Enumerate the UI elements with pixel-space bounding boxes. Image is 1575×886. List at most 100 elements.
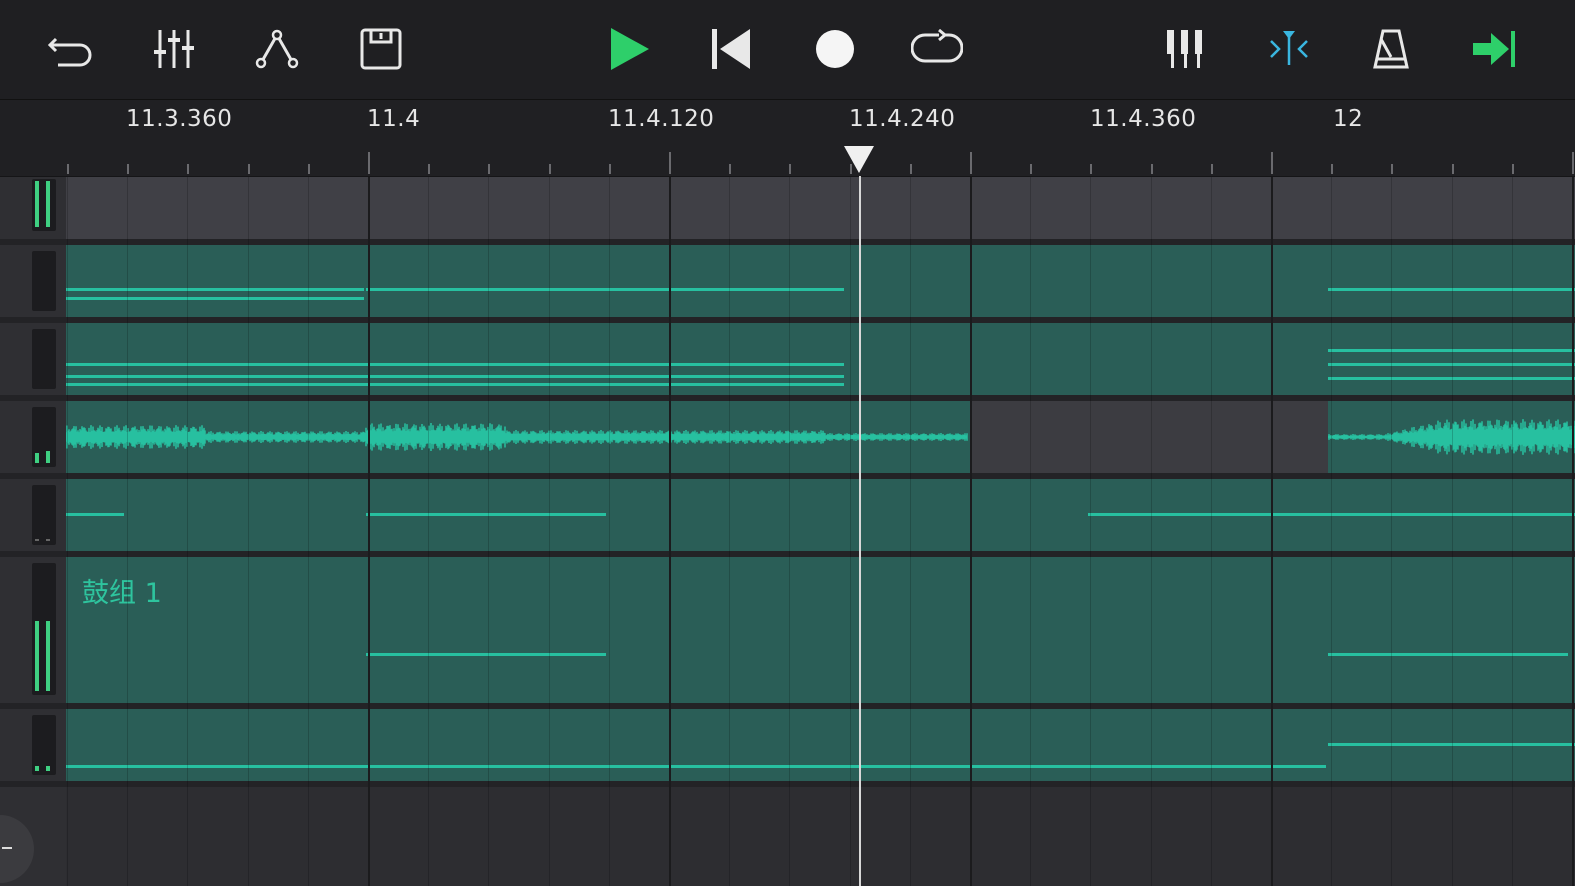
track-control[interactable] [0, 557, 66, 703]
midi-clip[interactable] [66, 709, 1575, 781]
rewind-button[interactable] [704, 22, 758, 76]
grid-line [67, 177, 68, 886]
end-icon [1473, 31, 1515, 67]
level-meter [32, 179, 56, 231]
undo-icon [48, 37, 92, 67]
midi-clip[interactable] [66, 323, 1575, 395]
ruler-tick [187, 164, 189, 174]
track-2[interactable] [0, 323, 1575, 395]
track-lane[interactable] [66, 323, 1575, 395]
grid-line [549, 177, 550, 886]
track-lane[interactable] [66, 479, 1575, 551]
audio-clip[interactable] [66, 401, 970, 473]
metronome-button[interactable] [1364, 22, 1418, 76]
track-control[interactable] [0, 245, 66, 317]
ruler-label: 11.4.240 [849, 106, 956, 132]
ruler-tick [789, 164, 791, 174]
ruler-label: 11.4.120 [608, 106, 715, 132]
ruler-tick [1271, 152, 1273, 174]
track-control[interactable] [0, 709, 66, 781]
ruler-label: 11.4 [367, 106, 421, 132]
grid-line [669, 177, 671, 886]
grid-line [428, 177, 429, 886]
grid-line [850, 177, 851, 886]
ruler-label: 11.4.360 [1090, 106, 1197, 132]
grid-line [488, 177, 489, 886]
ruler-tick [368, 152, 370, 174]
track-lane[interactable] [66, 709, 1575, 781]
track-lane[interactable] [66, 557, 1575, 703]
track-area[interactable]: 鼓组 1 [0, 177, 1575, 886]
track-lane[interactable] [66, 177, 1575, 239]
piano-button[interactable] [1158, 22, 1212, 76]
level-meter [32, 407, 56, 467]
ruler-tick [729, 164, 731, 174]
ruler-tick [609, 164, 611, 174]
midi-clip[interactable] [66, 245, 1575, 317]
record-button[interactable] [808, 22, 862, 76]
level-meter [32, 251, 56, 311]
midi-clip[interactable] [66, 479, 1575, 551]
grid-line [1331, 177, 1332, 886]
loop-icon [911, 29, 963, 63]
track-1[interactable] [0, 245, 1575, 317]
ruler-tick [970, 152, 972, 174]
track-control[interactable] [0, 401, 66, 473]
midi-clip[interactable] [66, 557, 1575, 703]
track-0[interactable] [0, 177, 1575, 239]
track-4[interactable] [0, 479, 1575, 551]
save-button[interactable] [354, 22, 408, 76]
level-meter [32, 329, 56, 389]
ruler-label: 11.3.360 [126, 106, 233, 132]
level-meter [32, 563, 56, 695]
grid-line [1391, 177, 1392, 886]
snap-button[interactable] [1262, 22, 1316, 76]
grid-line [1452, 177, 1453, 886]
empty-area[interactable] [0, 787, 1575, 886]
mixer-icon [154, 30, 194, 68]
grid-line [248, 177, 249, 886]
track-6[interactable] [0, 709, 1575, 781]
track-control[interactable] [0, 323, 66, 395]
ruler-tick [669, 152, 671, 174]
track-lane[interactable] [66, 245, 1575, 317]
track-lane[interactable] [66, 401, 1575, 473]
ruler-tick [1331, 164, 1333, 174]
grid-line [729, 177, 730, 886]
loop-button[interactable] [910, 22, 964, 76]
ruler-label: 12 [1333, 106, 1364, 132]
automation-button[interactable] [250, 22, 304, 76]
toolbar [0, 0, 1575, 100]
timeline-ruler[interactable]: 11.3.360 11.4 11.4.120 11.4.240 11.4.360… [0, 100, 1575, 178]
track-3-audio[interactable] [0, 401, 1575, 473]
playhead-marker[interactable] [843, 145, 875, 175]
grid-line [1211, 177, 1212, 886]
track-control[interactable] [0, 177, 66, 239]
track-control[interactable] [0, 479, 66, 551]
metronome-icon [1373, 29, 1409, 69]
track-lane[interactable] [66, 787, 1575, 886]
grid-line [910, 177, 911, 886]
grid-line [127, 177, 128, 886]
track-name: 鼓组 1 [82, 578, 162, 609]
ruler-tick [488, 164, 490, 174]
grid-line [187, 177, 188, 886]
mixer-button[interactable] [147, 22, 201, 76]
grid-line [1572, 177, 1574, 886]
end-button[interactable] [1466, 22, 1520, 76]
ruler-tick [67, 164, 69, 174]
play-icon [611, 28, 649, 70]
track-5-drums[interactable]: 鼓组 1 [0, 557, 1575, 703]
ruler-tick [1391, 164, 1393, 174]
level-meter [32, 485, 56, 545]
ruler-tick [910, 164, 912, 174]
playhead-line [859, 176, 861, 886]
ruler-tick [127, 164, 129, 174]
level-meter [32, 715, 56, 775]
ruler-tick [1030, 164, 1032, 174]
ruler-tick [1452, 164, 1454, 174]
grid-line [1271, 177, 1273, 886]
play-button[interactable] [602, 22, 656, 76]
grid-line [970, 177, 972, 886]
undo-button[interactable] [44, 22, 98, 76]
